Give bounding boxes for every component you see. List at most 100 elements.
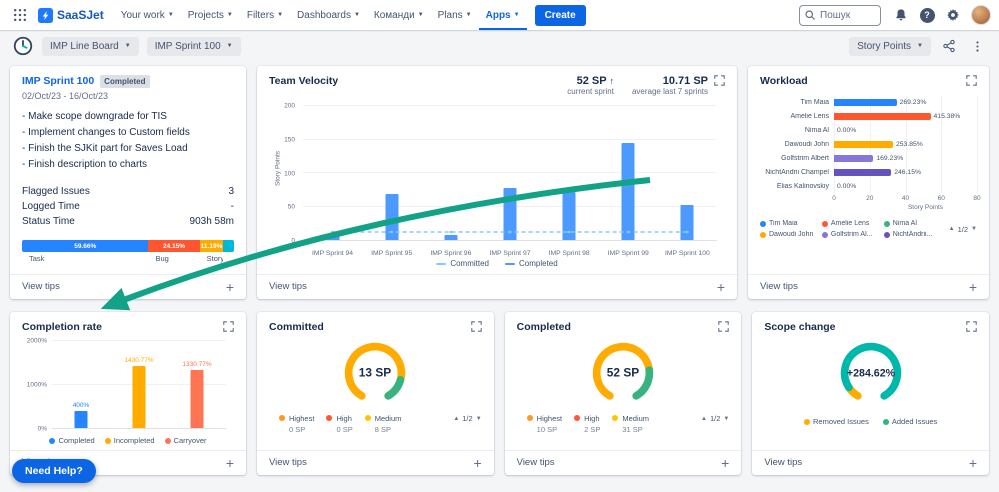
expand-icon[interactable]: [714, 75, 725, 86]
legend-item[interactable]: Highest 10 SP: [526, 414, 562, 434]
app-logo[interactable]: SaaSJet: [34, 7, 112, 23]
nav-item-apps[interactable]: Apps ▼: [479, 0, 527, 30]
pager-up-icon[interactable]: ▲: [453, 416, 459, 422]
committed-gauge: 13 SP: [269, 333, 482, 413]
expand-icon[interactable]: [470, 321, 482, 332]
help-icon[interactable]: ?: [915, 3, 939, 27]
completed-gauge: 52 SP: [517, 333, 730, 413]
issue-type-segment: 59.66%: [22, 240, 149, 252]
need-help-button[interactable]: Need Help?: [12, 459, 96, 483]
board-toolbar: IMP Line Board ▼ IMP Sprint 100 ▼ Story Po…: [0, 30, 999, 62]
legend-item[interactable]: High 0 SP: [326, 414, 353, 434]
x-tick: IMP Sprint 99: [607, 250, 649, 257]
legend-item[interactable]: Golfstrim Al...: [821, 231, 882, 238]
legend-item[interactable]: Nima Al: [883, 220, 944, 227]
add-icon[interactable]: +: [473, 456, 481, 470]
card-title: Team Velocity: [269, 75, 339, 87]
legend-item[interactable]: Completed: [505, 259, 558, 268]
y-tick: 0%: [37, 425, 47, 433]
add-icon[interactable]: +: [969, 456, 977, 470]
add-icon[interactable]: +: [969, 280, 977, 294]
add-icon[interactable]: +: [226, 456, 234, 470]
y-tick: 50: [287, 203, 295, 211]
sprint-title-link[interactable]: IMP Sprint 100: [22, 75, 94, 87]
completion-bar[interactable]: [132, 365, 146, 428]
gauge-legend: Highest 10 SP High 2 SP Medium 31 SP: [517, 414, 696, 434]
view-tips-link[interactable]: View tips: [760, 281, 798, 292]
legend-item[interactable]: Medium 31 SP: [612, 414, 649, 434]
completion-bar[interactable]: [190, 370, 204, 428]
add-icon[interactable]: +: [721, 456, 729, 470]
view-tips-link[interactable]: View tips: [517, 457, 555, 468]
pager-up-icon[interactable]: ▲: [701, 416, 707, 422]
assignee-name: Dawoudi John: [784, 140, 829, 148]
expand-icon[interactable]: [223, 321, 234, 332]
card-title: Committed: [269, 321, 324, 333]
expand-icon[interactable]: [966, 75, 977, 86]
legend-item[interactable]: Amelie Lens: [821, 220, 882, 227]
expand-icon[interactable]: [718, 321, 730, 332]
legend-item[interactable]: Dawoudi John: [760, 231, 820, 238]
workload-bar[interactable]: [834, 112, 931, 120]
settings-icon[interactable]: [941, 3, 965, 27]
chart-legend: Committed Completed: [269, 259, 725, 268]
legend-label: High: [584, 414, 600, 423]
pager-down-icon[interactable]: ▼: [723, 416, 729, 422]
workload-bar[interactable]: [834, 168, 892, 176]
workload-track: 253.85%: [834, 140, 977, 148]
nav-item-filters[interactable]: Filters ▼: [240, 0, 290, 30]
top-navigation: SaaSJet Your work ▼ Projects ▼ Filters ▼ Dashb…: [0, 0, 999, 30]
nav-item-dashboards[interactable]: Dashboards ▼: [290, 0, 367, 30]
legend-item[interactable]: Added Issues: [882, 417, 937, 426]
more-icon[interactable]: [967, 36, 987, 56]
nav-item-your-work[interactable]: Your work ▼: [114, 0, 181, 30]
workload-bar[interactable]: [834, 154, 874, 162]
assignee-name: Tim Maia: [800, 98, 829, 106]
nav-item-команди[interactable]: Команди ▼: [367, 0, 431, 30]
nav-item-projects[interactable]: Projects ▼: [181, 0, 240, 30]
legend-item[interactable]: Completed: [49, 436, 95, 445]
app-switcher-icon[interactable]: [8, 3, 32, 27]
bar-value-label: 1330.77%: [182, 361, 212, 369]
add-icon[interactable]: +: [717, 280, 725, 294]
view-tips-link[interactable]: View tips: [269, 281, 307, 292]
legend-item[interactable]: Removed Issues: [804, 417, 869, 426]
legend-item[interactable]: NichtAndrii...: [883, 231, 944, 238]
legend-item[interactable]: Committed: [436, 259, 489, 268]
board-select[interactable]: IMP Line Board ▼: [42, 36, 139, 56]
legend-label: Medium: [622, 414, 650, 423]
stat-label: Status Time: [22, 216, 75, 227]
legend-item[interactable]: Medium 8 SP: [364, 414, 401, 434]
sprint-goal-line: - Finish description to charts: [22, 159, 148, 170]
completion-bar[interactable]: [74, 410, 88, 428]
velocity-plot: [303, 105, 717, 241]
sprint-select[interactable]: IMP Sprint 100 ▼: [146, 36, 241, 56]
workload-row: Tim Maia 269.23%: [760, 95, 977, 109]
add-icon[interactable]: +: [226, 280, 234, 294]
workload-bar[interactable]: [834, 140, 893, 148]
workload-bar[interactable]: [834, 98, 897, 106]
legend-item[interactable]: High 2 SP: [574, 414, 600, 434]
nav-item-plans[interactable]: Plans ▼: [431, 0, 479, 30]
pager-down-icon[interactable]: ▼: [971, 226, 977, 232]
y-axis: 0% 1000% 2000%: [22, 338, 52, 433]
share-icon[interactable]: [939, 36, 959, 56]
issue-type-label: Story: [206, 254, 224, 263]
chart-legend: Removed Issues Added Issues: [764, 417, 977, 426]
expand-icon[interactable]: [966, 321, 977, 332]
view-tips-link[interactable]: View tips: [22, 281, 60, 292]
metric-select[interactable]: Story Points ▼: [849, 36, 931, 56]
legend-item[interactable]: Highest 0 SP: [279, 414, 314, 434]
saasjet-logo-icon: [38, 7, 53, 23]
legend-item[interactable]: Tim Maia: [760, 220, 820, 227]
legend-item[interactable]: Incompleted: [104, 436, 155, 445]
view-tips-link[interactable]: View tips: [269, 457, 307, 468]
view-tips-link[interactable]: View tips: [764, 457, 802, 468]
create-button[interactable]: Create: [534, 4, 586, 26]
user-avatar[interactable]: [971, 5, 991, 25]
assignee-name: Elias Kalinovskiy: [776, 182, 829, 190]
legend-item[interactable]: Carryover: [164, 436, 207, 445]
pager-up-icon[interactable]: ▲: [949, 226, 955, 232]
pager-down-icon[interactable]: ▼: [476, 416, 482, 422]
notifications-icon[interactable]: [889, 3, 913, 27]
